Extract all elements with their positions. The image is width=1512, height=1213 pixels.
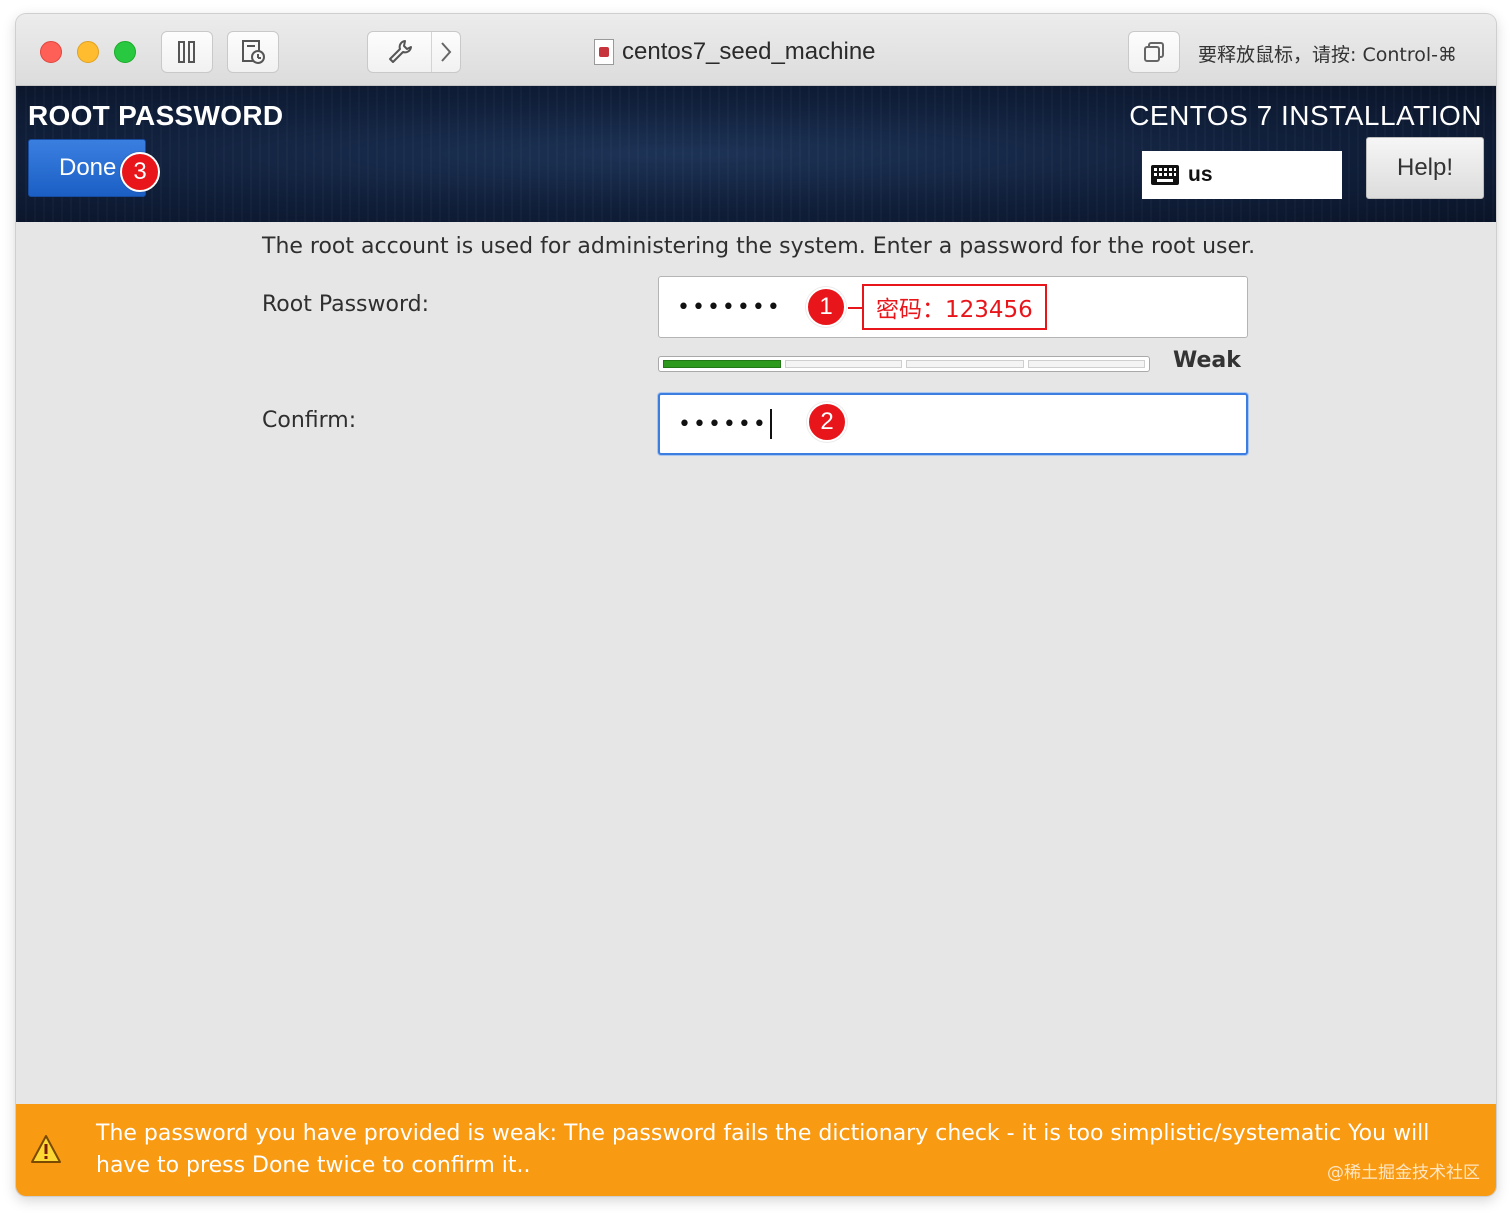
annotation-step-2-number: 2 [820,408,834,435]
window-titlebar: centos7_seed_machine 要释放鼠标，请按: Control-⌘ [16,14,1496,86]
annotation-step-3-number: 3 [133,158,147,185]
settings-button[interactable] [368,32,432,72]
zoom-window-button[interactable] [114,41,136,63]
settings-button-group [367,31,461,73]
close-window-button[interactable] [40,41,62,63]
text-caret [769,409,772,439]
warning-message: The password you have provided is weak: … [96,1121,1430,1178]
product-title: CENTOS 7 INSTALLATION [1129,100,1482,131]
intro-text: The root account is used for administeri… [262,234,1256,259]
help-button[interactable]: Help! [1366,137,1484,199]
chevron-right-icon [441,42,452,62]
confirm-password-mask: •••••• [678,411,768,437]
annotation-step-1-number: 1 [819,293,833,320]
vm-window: centos7_seed_machine 要释放鼠标，请按: Control-⌘… [16,14,1496,1196]
mouse-release-hint: 要释放鼠标，请按: Control-⌘ [1198,44,1457,66]
annotation-step-2-badge: 2 [807,402,847,442]
snapshot-button[interactable] [227,31,279,73]
unity-view-button[interactable] [1128,31,1180,73]
keyboard-icon [1151,165,1179,185]
strength-segment-3 [906,360,1024,368]
annotation-step-3-badge: 3 [120,152,160,192]
keyboard-layout-indicator[interactable]: us [1142,151,1342,199]
pause-vm-button[interactable] [161,31,213,73]
window-title-text: centos7_seed_machine [622,38,876,65]
installer-header: ROOT PASSWORD CENTOS 7 INSTALLATION Done… [16,86,1496,222]
password-strength-label: Weak [1173,348,1241,373]
copy-window-icon [1144,42,1164,62]
snapshot-icon [242,40,265,64]
wrench-icon [388,40,412,63]
strength-segment-2 [784,360,902,368]
pause-icon [178,41,195,63]
keyboard-layout-label: us [1188,163,1213,186]
minimize-window-button[interactable] [77,41,99,63]
vm-document-icon [594,39,614,65]
password-note-text: 密码：123456 [876,297,1033,323]
watermark: @稀土掘金技术社区 [1327,1163,1480,1183]
window-title: centos7_seed_machine [594,38,876,66]
spoke-title: ROOT PASSWORD [28,100,284,131]
confirm-password-label: Confirm: [262,408,357,433]
help-button-label: Help! [1396,154,1454,181]
root-password-mask: ••••••• [677,294,782,320]
annotation-step-1-badge: 1 [806,287,846,327]
root-password-label: Root Password: [262,292,430,317]
root-password-form: The root account is used for administeri… [16,222,1496,1104]
warning-bar: The password you have provided is weak: … [16,1104,1496,1196]
strength-segment-1 [663,360,781,368]
password-note-callout: 密码：123456 [862,284,1047,330]
password-strength-bar [658,356,1150,372]
confirm-password-input[interactable]: •••••• [658,393,1248,455]
strength-segment-4 [1027,360,1145,368]
done-button-label: Done [59,154,117,181]
forward-button[interactable] [432,32,460,72]
warning-icon [31,1135,61,1163]
